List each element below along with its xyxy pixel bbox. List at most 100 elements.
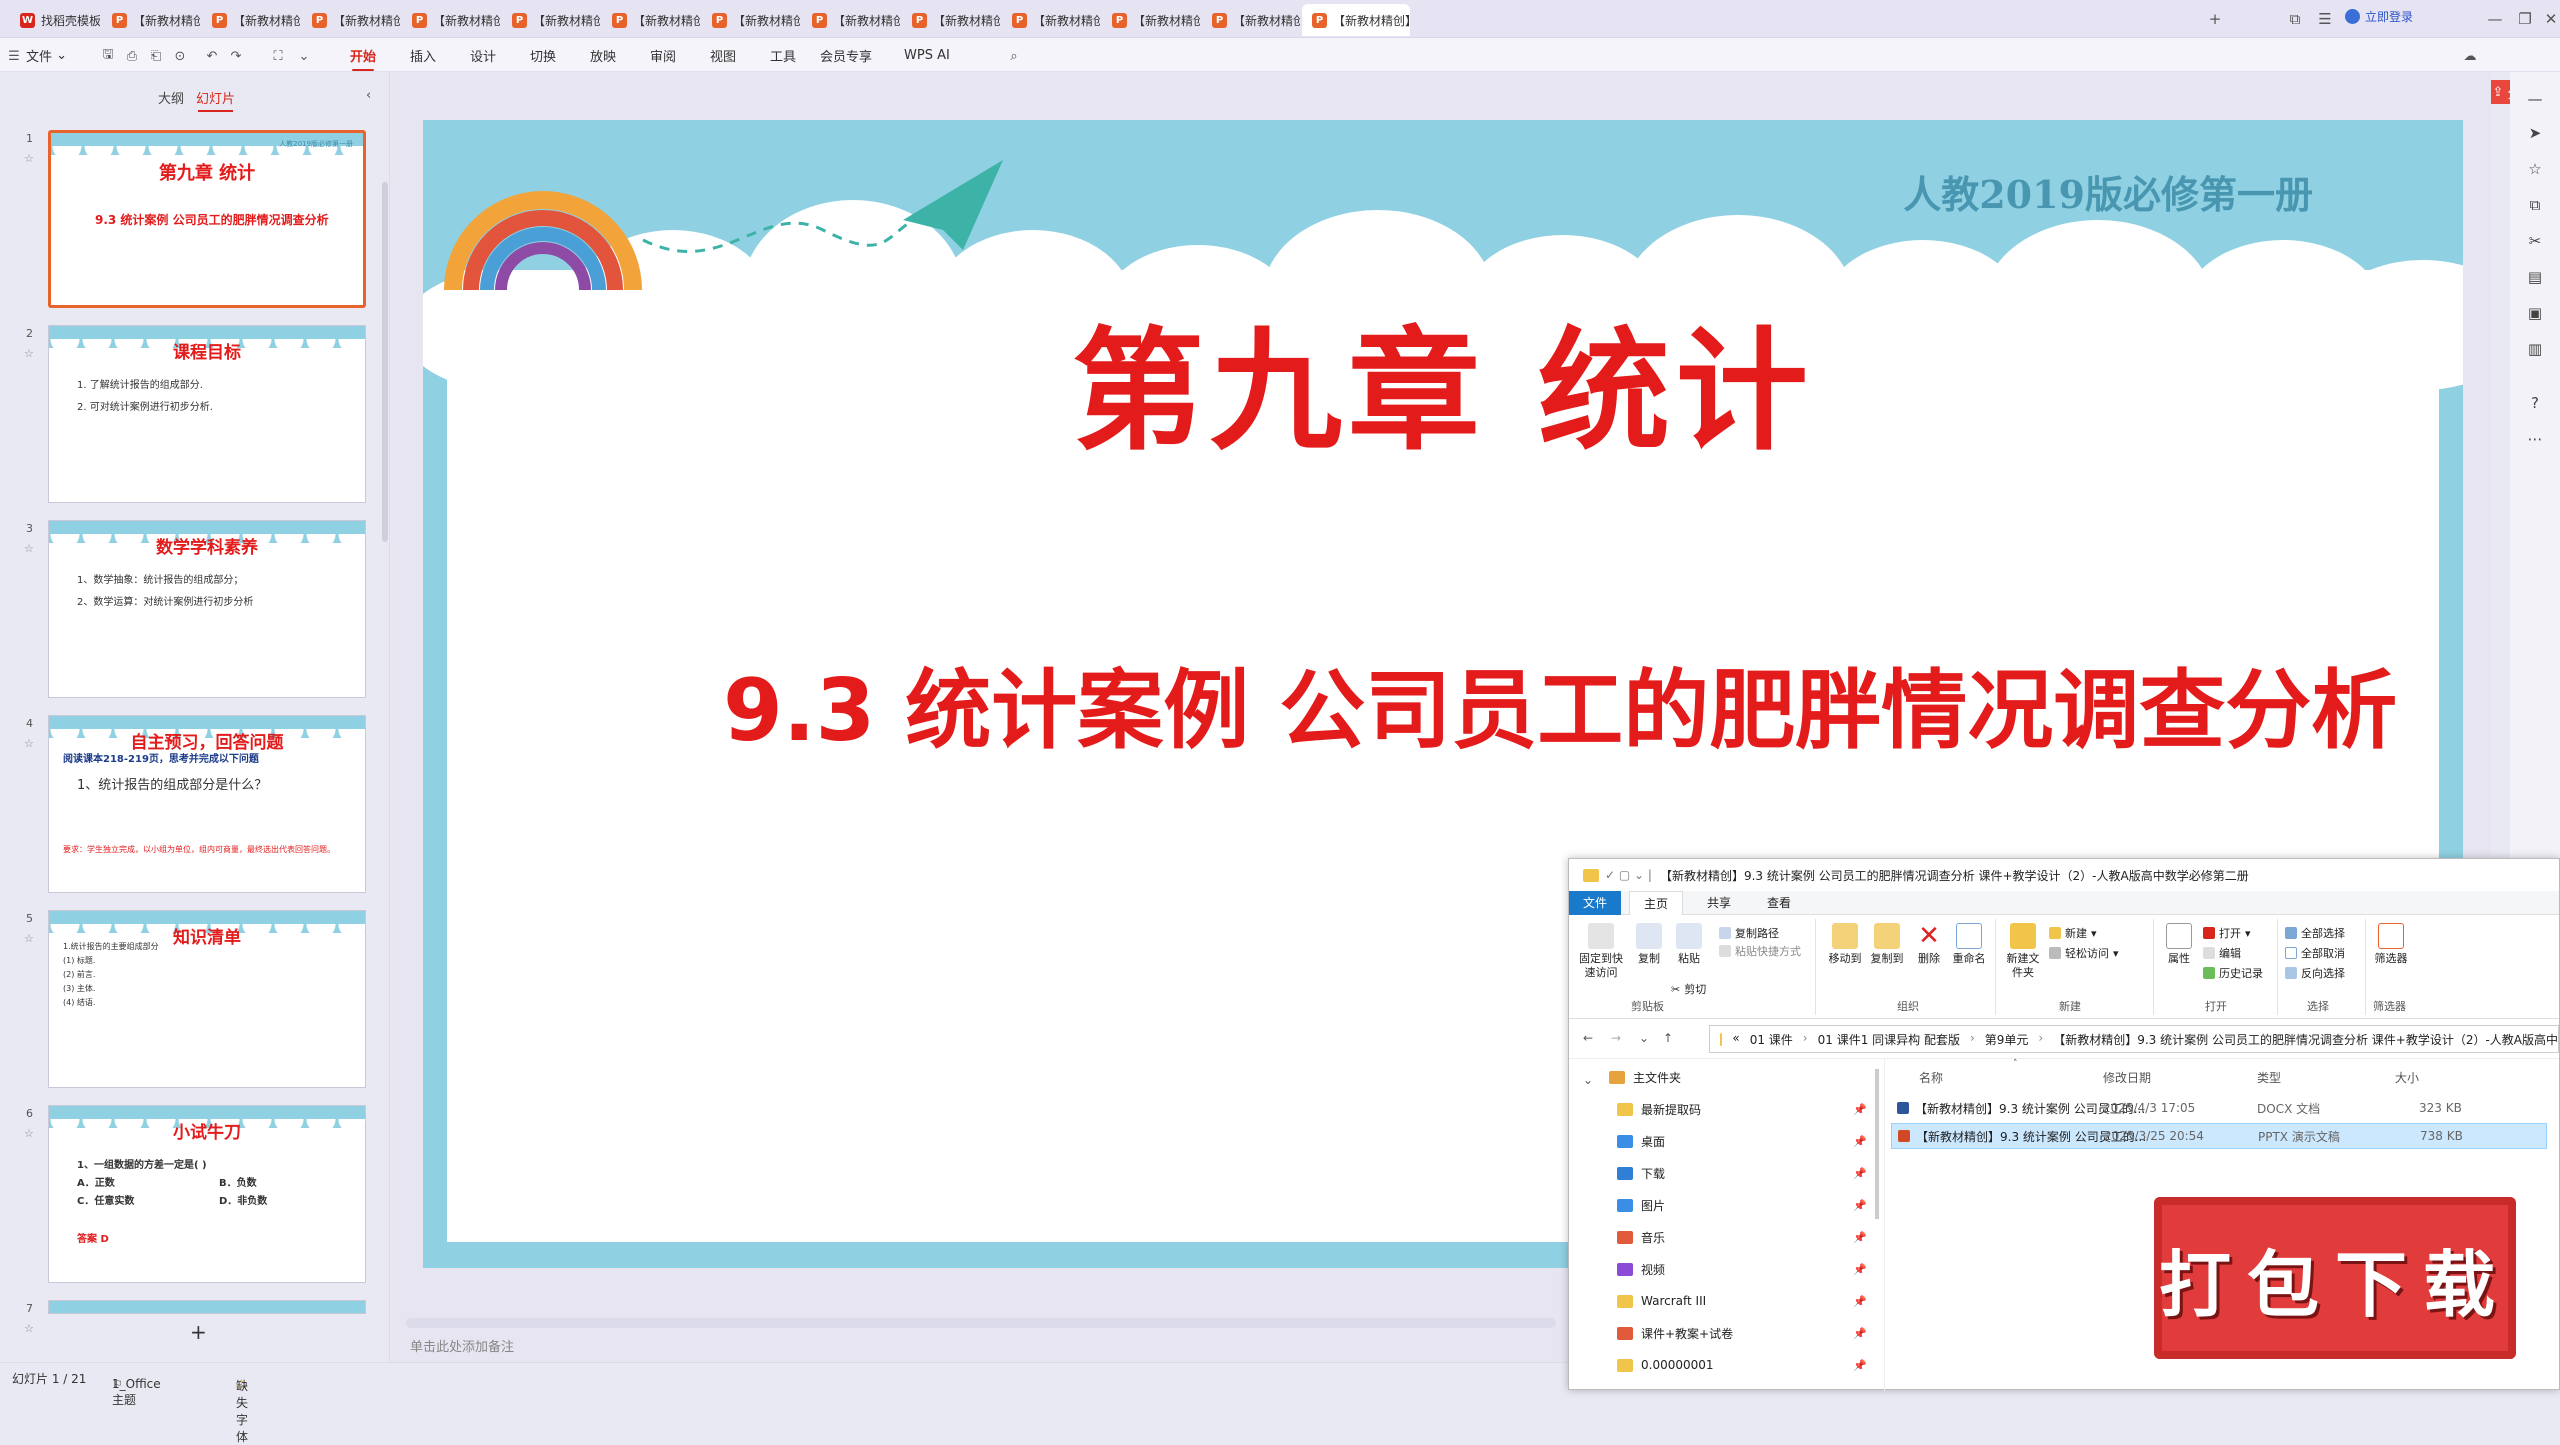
nav-scrollbar[interactable] bbox=[1875, 1069, 1879, 1219]
nav-item[interactable]: 主文件夹 bbox=[1609, 1063, 1859, 1091]
pin-icon[interactable]: 📌 bbox=[1853, 1327, 1867, 1340]
copy-to-button[interactable]: 复制到 bbox=[1867, 923, 1907, 966]
undo-icon[interactable]: ↶ bbox=[204, 48, 220, 64]
help-icon[interactable]: ? bbox=[2526, 394, 2544, 412]
copy-button[interactable]: 复制 bbox=[1631, 923, 1667, 966]
explorer-tab-share[interactable]: 共享 bbox=[1693, 891, 1745, 915]
menu-item[interactable]: 视图 bbox=[706, 43, 740, 67]
menu-item[interactable]: 开始 bbox=[346, 43, 380, 71]
menu-item[interactable]: 会员专享 bbox=[816, 43, 876, 67]
pin-icon[interactable]: 📌 bbox=[1853, 1359, 1867, 1372]
slide-thumbnail[interactable]: 知识清单 1.统计报告的主要组成部分 (1) 标题. (2) 前言. (3) 主体. (4… bbox=[48, 910, 366, 1088]
col-name[interactable]: 名称 bbox=[1919, 1069, 1943, 1086]
slide-thumbnail[interactable]: 第九章 统计 人教2019版必修第一册 9.3 统计案例 公司员工的肥胖情况调查分析 bbox=[48, 130, 366, 308]
forward-icon[interactable]: → bbox=[1611, 1031, 1621, 1045]
menu-item[interactable]: WPS AI bbox=[900, 43, 954, 67]
tab-document[interactable]: P 【新教材精创】9.1... bbox=[302, 4, 400, 36]
notes-placeholder[interactable]: 单击此处添加备注 bbox=[410, 1336, 514, 1355]
menu-item[interactable]: 工具 bbox=[766, 43, 800, 67]
tab-document[interactable]: P 【新教材精创】9.2... bbox=[602, 4, 700, 36]
minimize-button[interactable]: — bbox=[2480, 4, 2510, 34]
copy-path-button[interactable]: 复制路径 bbox=[1719, 925, 1779, 941]
tab-document[interactable]: P 【新教材精创】9.2... bbox=[1102, 4, 1200, 36]
more-icon[interactable]: ⌄ bbox=[296, 48, 312, 64]
print-icon[interactable]: ⎗ bbox=[148, 48, 164, 64]
nav-item[interactable]: 桌面 📌 bbox=[1617, 1127, 1867, 1155]
pin-icon[interactable]: 📌 bbox=[1853, 1263, 1867, 1276]
star-icon[interactable]: ☆ bbox=[24, 737, 34, 750]
delete-button[interactable]: ✕ 删除 bbox=[1911, 923, 1947, 966]
cursor-icon[interactable]: ➤ bbox=[2526, 124, 2544, 142]
up-icon[interactable]: ↑ bbox=[1663, 1031, 1673, 1045]
path-segment[interactable]: « bbox=[1732, 1031, 1739, 1048]
nav-item[interactable]: 音乐 📌 bbox=[1617, 1223, 1867, 1251]
tab-document[interactable]: P 【新教材精创】9.2... bbox=[802, 4, 900, 36]
star-icon[interactable]: ☆ bbox=[2526, 160, 2544, 178]
cloud-icon[interactable]: ☁ bbox=[2462, 48, 2478, 64]
paste-shortcut-button[interactable]: 粘贴快捷方式 bbox=[1719, 943, 1801, 959]
properties-button[interactable]: 属性 bbox=[2161, 923, 2197, 966]
nav-item[interactable]: 图片 📌 bbox=[1617, 1191, 1867, 1219]
login-button[interactable]: 立即登录 bbox=[2345, 8, 2413, 25]
tab-document[interactable]: P 【新教材精创】9.1... bbox=[202, 4, 300, 36]
tab-document[interactable]: P 【新教材精创】9.2... bbox=[502, 4, 600, 36]
explorer-tab-home[interactable]: 主页 bbox=[1629, 891, 1684, 915]
download-badge[interactable]: 打包下载 bbox=[2154, 1197, 2516, 1359]
collapse-icon[interactable]: — bbox=[2526, 90, 2544, 108]
chevron-down-icon[interactable]: ⌄ bbox=[1583, 1073, 1593, 1087]
menu-item[interactable]: 切换 bbox=[526, 43, 560, 67]
preview-icon[interactable]: ⊙ bbox=[172, 48, 188, 64]
pin-icon[interactable]: 📌 bbox=[1853, 1103, 1867, 1116]
menu-item[interactable]: 放映 bbox=[586, 43, 620, 67]
format-painter-icon[interactable]: ⛶ bbox=[270, 48, 286, 64]
filter-button[interactable]: 筛选器 bbox=[2373, 923, 2409, 966]
rename-button[interactable]: 重命名 bbox=[1949, 923, 1989, 966]
path-segment[interactable]: 01 课件 bbox=[1750, 1031, 1793, 1048]
slide-thumbnail[interactable]: 小试牛刀 1、一组数据的方差一定是( ) A．正数 B．负数 C．任意实数 D．非负数 答案… bbox=[48, 1105, 366, 1283]
tab-document[interactable]: P 【新教材精创】9.1... bbox=[402, 4, 500, 36]
nav-item[interactable]: 下载 📌 bbox=[1617, 1159, 1867, 1187]
tab-document[interactable]: P 【新教材精创】9.2... bbox=[902, 4, 1000, 36]
shapes-icon[interactable]: ⧉ bbox=[2526, 196, 2544, 214]
redo-icon[interactable]: ↷ bbox=[228, 48, 244, 64]
save-icon[interactable]: 🖫 bbox=[100, 47, 116, 64]
path-segment[interactable]: 01 课件1 同课异构 配套版 bbox=[1818, 1031, 1960, 1048]
open-icon[interactable]: ⎙ bbox=[124, 48, 140, 64]
menu-item[interactable]: 插入 bbox=[406, 43, 440, 67]
select-all-button[interactable]: 全部选择 bbox=[2285, 925, 2345, 941]
path-segment[interactable]: 第9单元 bbox=[1985, 1031, 2029, 1048]
move-to-button[interactable]: 移动到 bbox=[1825, 923, 1865, 966]
pin-icon[interactable]: 📌 bbox=[1853, 1199, 1867, 1212]
path-segment[interactable]: 【新教材精创】9.3 统计案例 公司员工的肥胖情况调查分析 课件+教学设计（2）… bbox=[2053, 1031, 2558, 1048]
star-icon[interactable]: ☆ bbox=[24, 1127, 34, 1140]
recent-icon[interactable]: ⌄ bbox=[1639, 1031, 1649, 1045]
star-icon[interactable]: ☆ bbox=[24, 932, 34, 945]
open-button[interactable]: 打开 ▾ bbox=[2203, 925, 2251, 941]
new-folder-button[interactable]: 新建文件夹 bbox=[2003, 923, 2043, 980]
col-type[interactable]: 类型 bbox=[2257, 1069, 2281, 1086]
explorer-tab-file[interactable]: 文件 bbox=[1569, 891, 1622, 915]
layout-icon[interactable]: ▤ bbox=[2526, 268, 2544, 286]
col-date[interactable]: 修改日期 bbox=[2103, 1069, 2151, 1086]
file-row[interactable]: 【新教材精创】9.3 统计案例 公司员工的... 2025/4/3 17:05 DO… bbox=[1891, 1095, 2547, 1121]
hamburger-icon[interactable]: ☰ bbox=[6, 48, 22, 64]
nav-item[interactable]: 视频 📌 bbox=[1617, 1255, 1867, 1283]
tab-document[interactable]: P【新教材精创】...✕ bbox=[1302, 4, 1410, 36]
new-item-button[interactable]: 新建 ▾ bbox=[2049, 925, 2097, 941]
pin-quick-access-button[interactable]: 固定到快速访问 bbox=[1575, 923, 1627, 980]
tab-outline[interactable]: 大纲 bbox=[158, 88, 184, 107]
more-options-icon[interactable]: ⋯ bbox=[2526, 430, 2544, 448]
pin-icon[interactable]: 📌 bbox=[1853, 1231, 1867, 1244]
slide-thumbnail[interactable] bbox=[48, 1300, 366, 1314]
pin-icon[interactable]: 📌 bbox=[1853, 1295, 1867, 1308]
quick-access-icons[interactable]: ✓ ▢ ⌄ | bbox=[1605, 868, 1652, 882]
file-row[interactable]: 【新教材精创】9.3 统计案例 公司员工的... 2025/3/25 20:54 P… bbox=[1891, 1123, 2547, 1149]
invert-selection-button[interactable]: 反向选择 bbox=[2285, 965, 2345, 981]
tab-document[interactable]: W 找稻壳模板 bbox=[10, 4, 100, 36]
tab-document[interactable]: P 【新教材精创】9.2... bbox=[1002, 4, 1100, 36]
star-icon[interactable]: ☆ bbox=[24, 152, 34, 165]
horizontal-scrollbar[interactable] bbox=[406, 1318, 1556, 1328]
pin-icon[interactable]: 📌 bbox=[1853, 1135, 1867, 1148]
back-icon[interactable]: ← bbox=[1583, 1031, 1593, 1045]
cut-button[interactable]: ✂ 剪切 bbox=[1671, 981, 1706, 997]
